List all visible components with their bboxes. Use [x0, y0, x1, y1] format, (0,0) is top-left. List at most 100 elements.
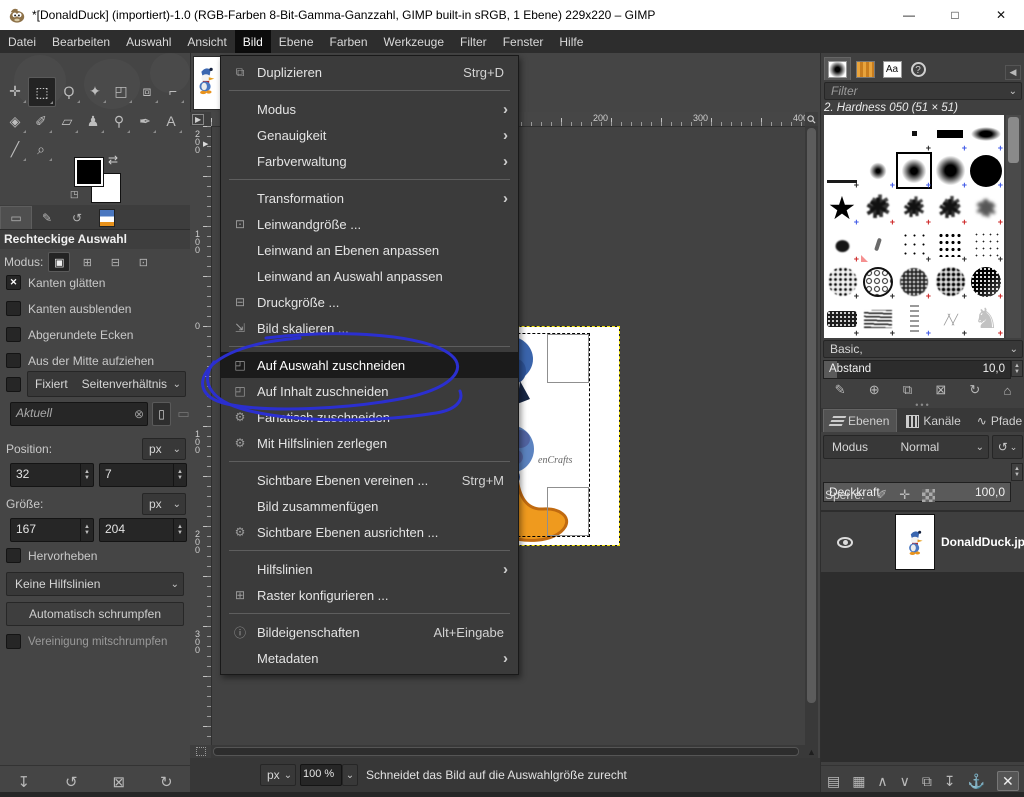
menu-werkzeuge[interactable]: Werkzeuge — [376, 30, 452, 53]
brush-splat2[interactable]: + — [896, 189, 932, 226]
autoshrink-button[interactable]: Automatisch schrumpfen — [6, 602, 184, 626]
aus-der-mitte-aufziehen-checkbox[interactable] — [6, 353, 21, 368]
menu-ansicht[interactable]: Ansicht — [179, 30, 234, 53]
menu-item-raster-konfigurieren[interactable]: ⊞Raster konfigurieren ... — [221, 582, 518, 608]
menu-item-druckgroesse[interactable]: ⊟Druckgröße ... — [221, 289, 518, 315]
fixed-aspect-dropdown[interactable]: Fixiert Seitenverhältnis ⌄ — [27, 371, 186, 397]
brush-splat3[interactable]: + — [932, 189, 968, 226]
eraser-tool[interactable]: ▱ — [54, 107, 80, 135]
lock-position-icon[interactable]: ✛ — [899, 487, 910, 503]
image-tab-thumbnail[interactable] — [193, 56, 221, 110]
abgerundete-ecken-checkbox[interactable] — [6, 327, 21, 342]
menu-item-leinwand-an-ebenen-anpassen[interactable]: Leinwand an Ebenen anpassen — [221, 237, 518, 263]
swap-colors-icon[interactable]: ⇄ — [108, 153, 118, 167]
zoom-tool[interactable]: ⌕ — [28, 135, 54, 163]
brush-grid-scrollbar[interactable] — [1006, 115, 1021, 338]
portrait-orientation-button[interactable]: ▯ — [152, 402, 171, 426]
brush-ellipse[interactable]: + — [968, 115, 1004, 152]
spinner-arrows-icon[interactable]: ▲▼ — [80, 464, 93, 486]
menu-item-bild-skalieren[interactable]: ⇲Bild skalieren ... — [221, 315, 518, 341]
horizontal-scrollbar-thumb[interactable] — [213, 747, 799, 756]
brush-line[interactable]: + — [824, 152, 860, 189]
brush-bubbles[interactable]: + — [860, 263, 896, 300]
paths-tool[interactable]: ✒ — [132, 107, 158, 135]
brush-dots-grid[interactable]: + — [968, 226, 1004, 263]
brush-halftone[interactable]: + — [968, 263, 1004, 300]
vertical-scrollbar[interactable] — [805, 126, 818, 745]
tab-kanaele[interactable]: Kanäle — [899, 410, 967, 432]
menu-item-mit-hilfslinien-zerlegen[interactable]: ⚙Mit Hilfslinien zerlegen — [221, 430, 518, 456]
lock-alpha-icon[interactable] — [922, 489, 935, 502]
handle-transform-tool[interactable]: ⌐ — [160, 77, 186, 105]
selection-handle-bottom-right[interactable] — [547, 487, 589, 536]
brush-grid-scrollbar-thumb[interactable] — [1008, 117, 1019, 163]
size-unit-dropdown[interactable]: px ⌄ — [142, 493, 186, 515]
selection-handle-top-right[interactable] — [547, 334, 589, 383]
tab-patterns[interactable] — [853, 58, 878, 80]
move-tool[interactable]: ✛ — [2, 77, 28, 105]
open-brush-as-image-button[interactable]: ⌂ — [1004, 383, 1012, 398]
menu-item-modus[interactable]: Modus› — [221, 96, 518, 122]
menu-item-leinwand-an-auswahl-anpassen[interactable]: Leinwand an Auswahl anpassen — [221, 263, 518, 289]
brush-splat-soft[interactable]: + — [968, 189, 1004, 226]
raise-layer-button[interactable]: ∧ — [877, 773, 887, 790]
menu-item-farbverwaltung[interactable]: Farbverwaltung› — [221, 148, 518, 174]
lock-pixels-icon[interactable]: ✐ — [876, 487, 887, 503]
menu-item-metadaten[interactable]: Metadaten› — [221, 645, 518, 671]
brush-filter-input[interactable]: Filter ⌄ — [824, 82, 1022, 100]
menu-bearbeiten[interactable]: Bearbeiten — [44, 30, 118, 53]
brush-bar[interactable]: + — [932, 115, 968, 152]
layer-row[interactable]: DonaldDuck.jp — [821, 512, 1024, 572]
bucket-fill-tool[interactable]: ◈ — [2, 107, 28, 135]
brush-pencil-tick[interactable] — [860, 226, 896, 263]
default-colors-icon[interactable]: ◳ — [70, 189, 79, 200]
vertical-ruler[interactable]: ▶ 2 0 01 0 001 0 02 0 03 0 0 — [190, 126, 212, 745]
zoom-follow-window-button[interactable] — [805, 112, 818, 127]
menu-item-genauigkeit[interactable]: Genauigkeit› — [221, 122, 518, 148]
free-select-tool[interactable]: Ϙ — [56, 77, 82, 105]
paintbrush-tool[interactable]: ✐ — [28, 107, 54, 135]
position-x-spinner[interactable]: 32 ▲▼ — [10, 463, 94, 487]
brush-marks-vertical[interactable]: + — [896, 300, 932, 337]
menu-auswahl[interactable]: Auswahl — [118, 30, 179, 53]
menu-item-sichtbare-ebenen-vereinen[interactable]: Sichtbare Ebenen vereinen ...Strg+M — [221, 467, 518, 493]
text-tool[interactable]: A — [158, 107, 184, 135]
mode-add[interactable]: ⊞ — [76, 252, 98, 272]
mode-subtract[interactable]: ⊟ — [104, 252, 126, 272]
color-picker-tool[interactable]: ╱ — [2, 135, 28, 163]
size-height-spinner[interactable]: 204 ▲▼ — [99, 518, 187, 542]
tab-ebenen[interactable]: Ebenen — [823, 409, 897, 432]
brush-dot[interactable]: + — [896, 115, 932, 152]
aspect-ratio-input[interactable]: Aktuell ⊗ — [10, 402, 148, 426]
vertical-scrollbar-thumb[interactable] — [807, 128, 816, 703]
brush-animal[interactable]: + — [968, 300, 1004, 337]
fuzzy-select-tool[interactable]: ✦ — [82, 77, 108, 105]
tab-brushes[interactable] — [824, 57, 851, 80]
menu-fenster[interactable]: Fenster — [495, 30, 552, 53]
maximize-button[interactable]: □ — [932, 0, 978, 30]
tab-fonts[interactable]: Aa — [880, 58, 904, 80]
merge-down-layer-button[interactable]: ↧ — [944, 773, 956, 790]
edit-brush-button[interactable]: ✎ — [835, 382, 846, 398]
tab-help[interactable]: ? — [906, 58, 930, 80]
brush-soft-small[interactable]: + — [860, 152, 896, 189]
menu-farben[interactable]: Farben — [322, 30, 376, 53]
collapse-dock-icon[interactable]: ◀ — [1005, 65, 1021, 80]
layer-visible-eye-icon[interactable] — [837, 537, 853, 548]
brush-soft-medium[interactable]: + — [896, 152, 932, 189]
mode-intersect[interactable]: ⊡ — [132, 252, 154, 272]
reset-tool-options-button[interactable]: ↻ — [160, 773, 173, 791]
spinner-arrows-icon[interactable]: ▲▼ — [173, 464, 186, 486]
brush-twigs[interactable]: + — [932, 300, 968, 337]
clone-tool[interactable]: ♟ — [80, 107, 106, 135]
close-button[interactable]: ✕ — [978, 0, 1024, 30]
spacing-spinner-arrows[interactable]: ▲▼ — [1011, 360, 1023, 377]
brush-spacing-slider[interactable]: Abstand 10,0 — [823, 360, 1011, 379]
quick-mask-toggle[interactable] — [190, 745, 211, 758]
foreground-color-swatch[interactable] — [75, 158, 103, 186]
dock-tab-images[interactable] — [92, 207, 122, 229]
layer-mode-reset-button[interactable]: ↺ ⌄ — [992, 435, 1023, 459]
kanten-glaetten-checkbox[interactable]: ✕ — [6, 275, 21, 290]
menu-item-auf-auswahl-zuschneiden[interactable]: ◰Auf Auswahl zuschneiden — [221, 352, 518, 378]
menu-item-auf-inhalt-zuschneiden[interactable]: ◰Auf Inhalt zuschneiden — [221, 378, 518, 404]
